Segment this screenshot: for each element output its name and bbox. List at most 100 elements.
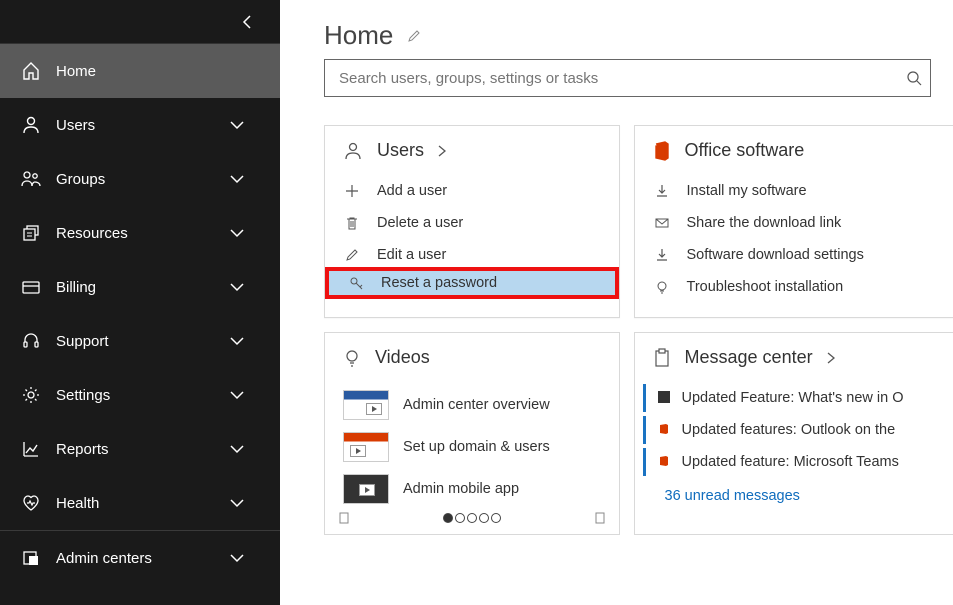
pager-next-button[interactable] xyxy=(595,512,605,524)
card-header-office[interactable]: Office software xyxy=(635,126,953,169)
action-install-software[interactable]: Install my software xyxy=(635,175,953,207)
chevron-down-icon xyxy=(230,174,244,184)
sidebar-item-label: Support xyxy=(56,333,109,350)
mail-icon xyxy=(653,216,671,230)
pager-dot[interactable] xyxy=(479,513,489,523)
pager-prev-button[interactable] xyxy=(339,512,349,524)
sidebar-collapse-button[interactable] xyxy=(0,0,280,44)
chevron-left-icon xyxy=(242,15,252,29)
sidebar-item-label: Reports xyxy=(56,441,109,458)
clipboard-icon xyxy=(653,348,671,368)
action-delete-user[interactable]: Delete a user xyxy=(325,207,619,239)
sidebar-item-label: Resources xyxy=(56,225,128,242)
cards-row-2: Videos Admin center overview Set up doma… xyxy=(280,318,953,535)
chevron-right-icon xyxy=(438,145,446,157)
sidebar-item-label: Home xyxy=(56,63,96,80)
lightbulb-icon xyxy=(653,280,671,294)
sidebar-item-label: Users xyxy=(56,117,95,134)
video-item-overview[interactable]: Admin center overview xyxy=(325,384,619,426)
action-reset-password[interactable]: Reset a password xyxy=(325,267,619,299)
pager-dots[interactable] xyxy=(443,513,501,523)
pager-dot[interactable] xyxy=(455,513,465,523)
video-label: Set up domain & users xyxy=(403,439,550,455)
action-download-settings[interactable]: Software download settings xyxy=(635,239,953,271)
office-icon xyxy=(658,423,672,437)
sidebar-item-admin-centers[interactable]: Admin centers xyxy=(0,531,280,585)
plus-icon xyxy=(343,184,361,198)
card-title: Videos xyxy=(375,347,430,368)
card-header-videos: Videos xyxy=(325,333,619,376)
card-users: Users Add a user Delete a user Edit a us… xyxy=(324,125,620,318)
sidebar-item-users[interactable]: Users xyxy=(0,98,280,152)
sidebar-item-label: Health xyxy=(56,495,99,512)
office-icon xyxy=(658,455,672,469)
pencil-icon xyxy=(343,248,361,262)
pager-dot[interactable] xyxy=(491,513,501,523)
sidebar: Home Users Groups Resources Billing Supp xyxy=(0,0,280,605)
chevron-right-icon xyxy=(827,352,835,364)
trash-icon xyxy=(343,216,361,230)
action-troubleshoot[interactable]: Troubleshoot installation xyxy=(635,271,953,303)
sidebar-item-settings[interactable]: Settings xyxy=(0,368,280,422)
sidebar-item-home[interactable]: Home xyxy=(0,44,280,98)
video-item-domain[interactable]: Set up domain & users xyxy=(325,426,619,468)
pager-dot[interactable] xyxy=(467,513,477,523)
action-label: Share the download link xyxy=(687,215,842,231)
chevron-down-icon xyxy=(230,228,244,238)
message-item[interactable]: Updated feature: Microsoft Teams xyxy=(643,448,953,476)
message-label: Updated features: Outlook on the xyxy=(682,422,896,438)
sidebar-item-resources[interactable]: Resources xyxy=(0,206,280,260)
action-label: Install my software xyxy=(687,183,807,199)
app-icon xyxy=(658,391,672,405)
support-icon xyxy=(18,331,44,351)
download-icon xyxy=(653,184,671,198)
card-title: Office software xyxy=(685,140,805,161)
search-input[interactable] xyxy=(324,59,931,97)
card-header-users[interactable]: Users xyxy=(325,126,619,169)
gear-icon xyxy=(18,385,44,405)
sidebar-item-billing[interactable]: Billing xyxy=(0,260,280,314)
card-office-software: Office software Install my software Shar… xyxy=(634,125,953,318)
chevron-down-icon xyxy=(230,282,244,292)
sidebar-item-label: Billing xyxy=(56,279,96,296)
card-header-messages[interactable]: Message center xyxy=(635,333,953,376)
action-share-link[interactable]: Share the download link xyxy=(635,207,953,239)
sidebar-item-support[interactable]: Support xyxy=(0,314,280,368)
chevron-down-icon xyxy=(230,120,244,130)
video-pager xyxy=(325,510,619,528)
video-item-mobile[interactable]: Admin mobile app xyxy=(325,468,619,510)
resources-icon xyxy=(18,223,44,243)
chevron-down-icon xyxy=(230,390,244,400)
message-item[interactable]: Updated features: Outlook on the xyxy=(643,416,953,444)
video-label: Admin mobile app xyxy=(403,481,519,497)
card-message-center: Message center Updated Feature: What's n… xyxy=(634,332,953,535)
page-header: Home xyxy=(280,0,953,59)
main-content: Home Users Add a user xyxy=(280,0,953,605)
reports-icon xyxy=(18,439,44,459)
video-label: Admin center overview xyxy=(403,397,550,413)
admin-centers-icon xyxy=(18,548,44,568)
chevron-down-icon xyxy=(230,444,244,454)
lightbulb-icon xyxy=(343,348,361,368)
pager-dot[interactable] xyxy=(443,513,453,523)
action-label: Reset a password xyxy=(381,275,497,291)
search-icon[interactable] xyxy=(906,70,922,86)
user-icon xyxy=(343,141,363,161)
sidebar-item-reports[interactable]: Reports xyxy=(0,422,280,476)
unread-messages-link[interactable]: 36 unread messages xyxy=(635,480,953,504)
edit-title-button[interactable] xyxy=(407,29,421,43)
health-icon xyxy=(18,493,44,513)
billing-icon xyxy=(18,277,44,297)
sidebar-item-health[interactable]: Health xyxy=(0,476,280,530)
action-add-user[interactable]: Add a user xyxy=(325,175,619,207)
message-item[interactable]: Updated Feature: What's new in O xyxy=(643,384,953,412)
action-label: Troubleshoot installation xyxy=(687,279,844,295)
search-row xyxy=(280,59,953,97)
groups-icon xyxy=(18,169,44,189)
sidebar-item-label: Settings xyxy=(56,387,110,404)
sidebar-item-label: Admin centers xyxy=(56,550,152,567)
sidebar-item-groups[interactable]: Groups xyxy=(0,152,280,206)
download-icon xyxy=(653,248,671,262)
action-label: Software download settings xyxy=(687,247,864,263)
office-icon xyxy=(653,141,671,161)
